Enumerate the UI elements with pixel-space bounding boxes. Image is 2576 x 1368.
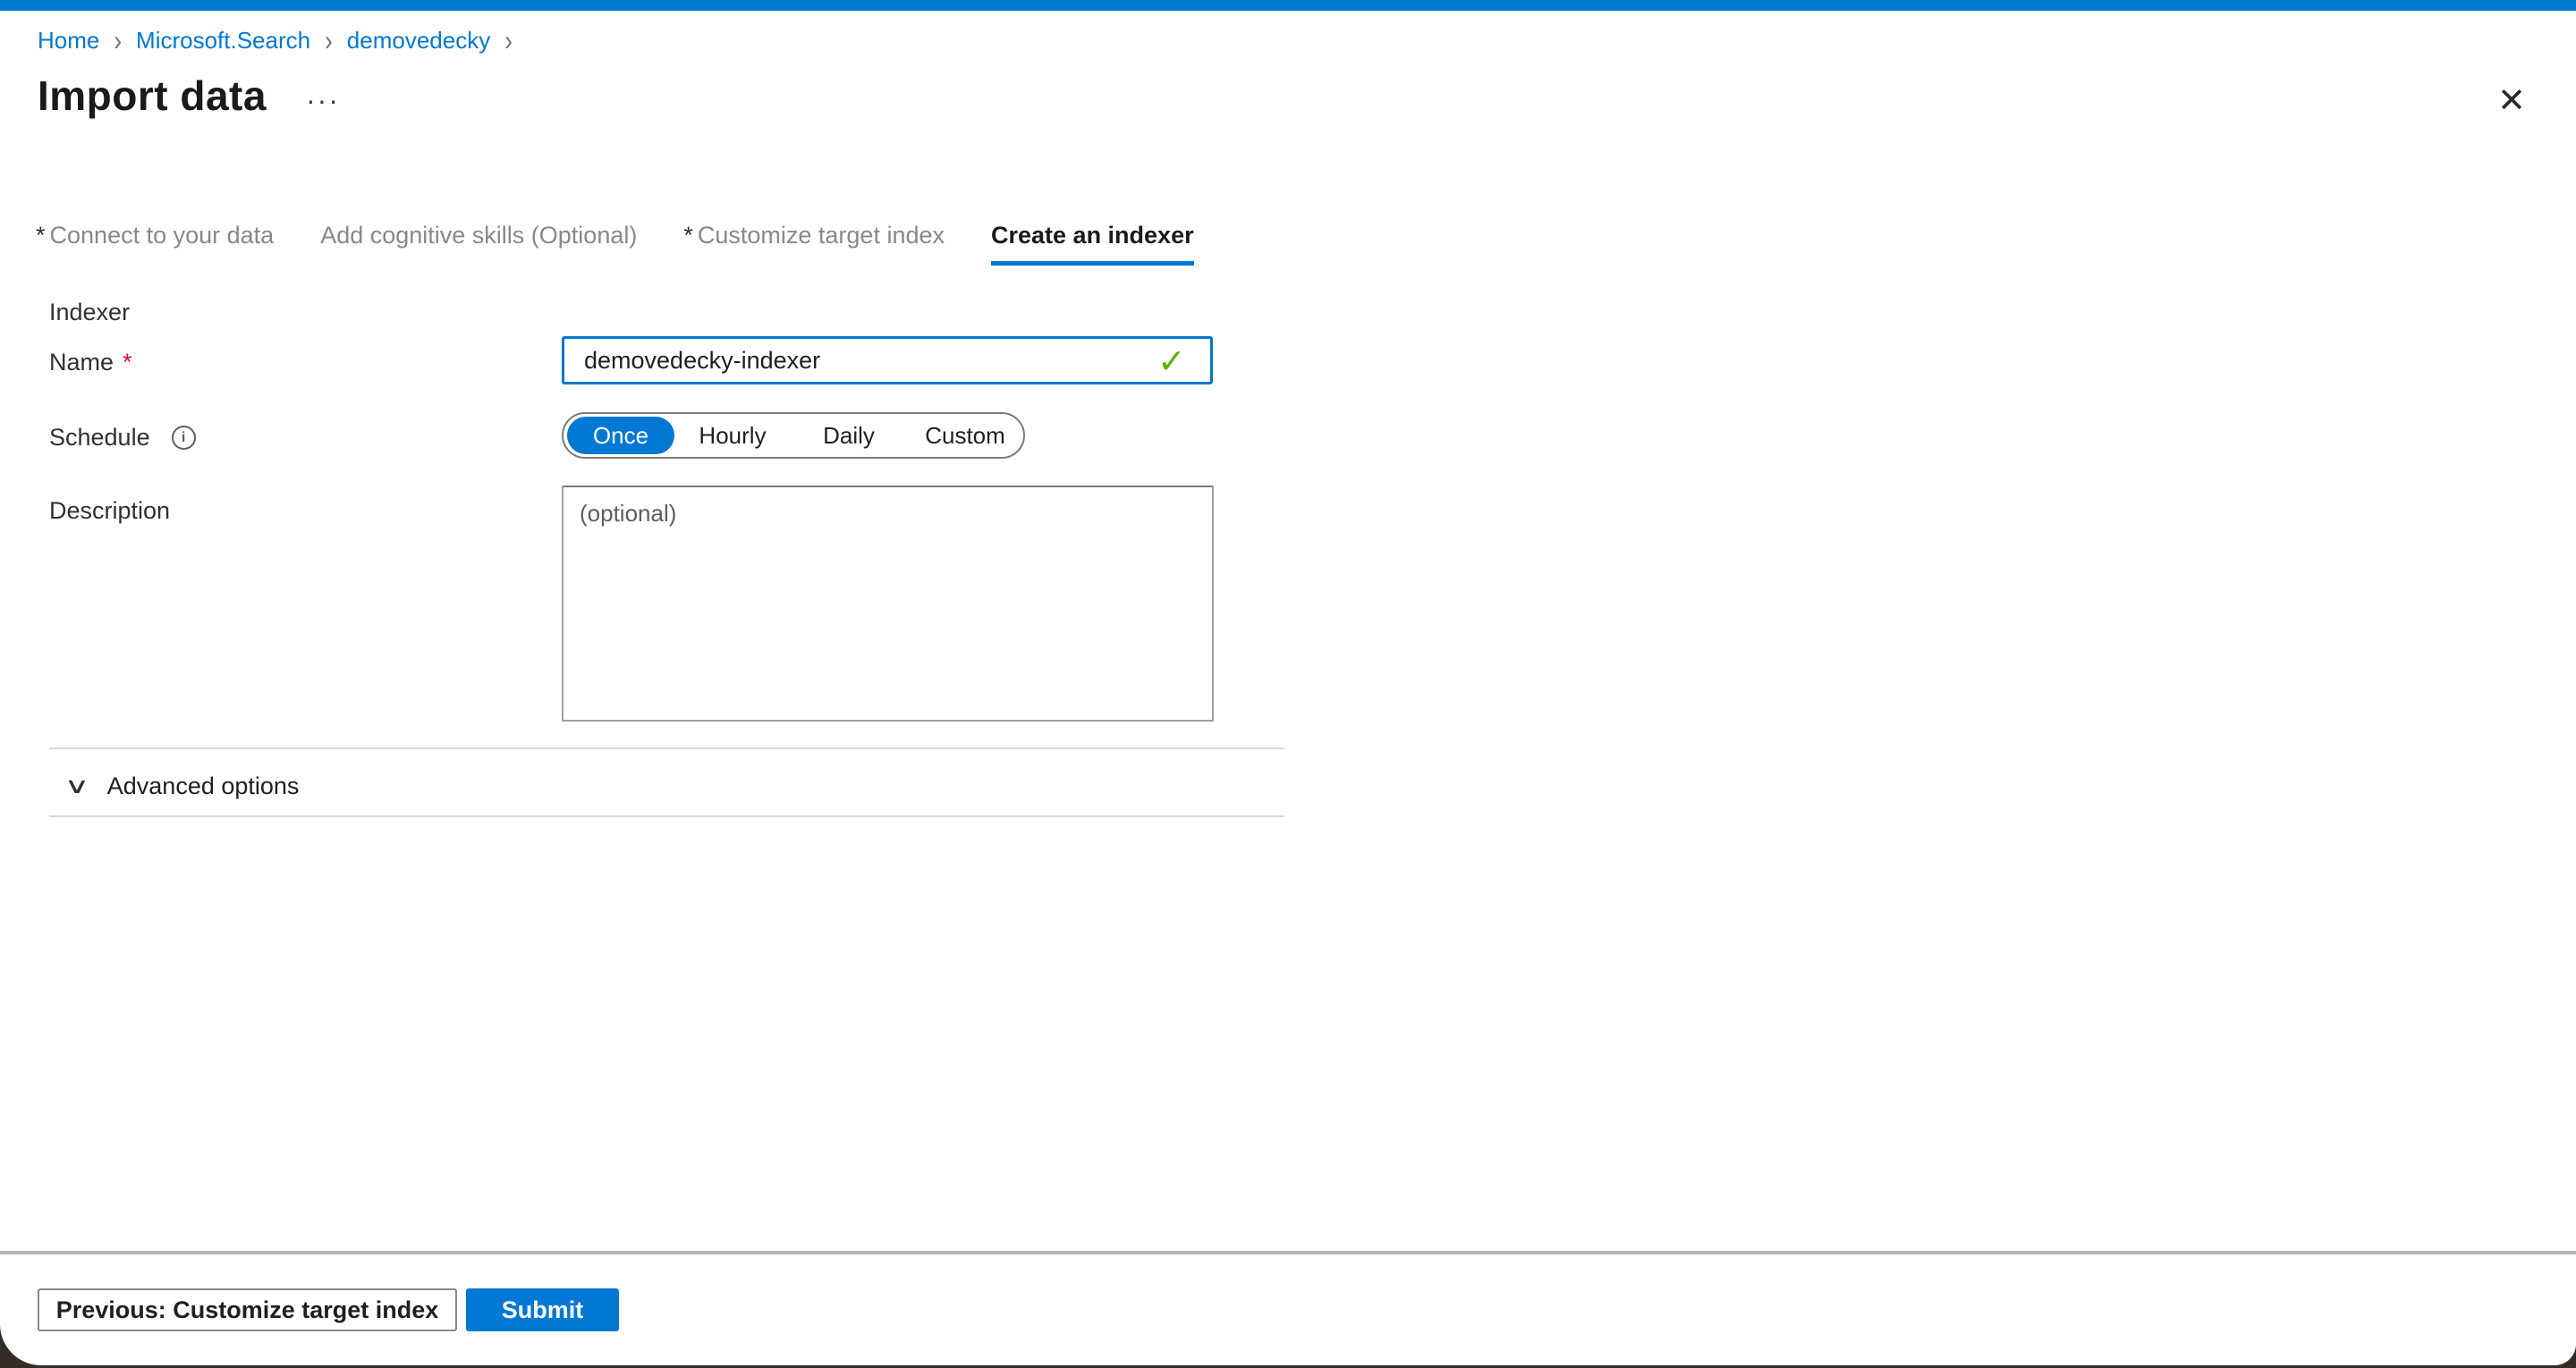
- chevron-down-icon: ∨: [64, 773, 90, 798]
- page-title: Import data: [38, 72, 267, 120]
- submit-button[interactable]: Submit: [466, 1288, 619, 1331]
- advanced-options-toggle[interactable]: ∨ Advanced options: [68, 767, 299, 805]
- breadcrumb-separator-icon: ›: [325, 23, 333, 58]
- schedule-label: Schedule i: [49, 424, 196, 452]
- tab-connect-to-your-data[interactable]: * Connect to your data: [36, 222, 274, 266]
- name-label: Name *: [49, 349, 132, 376]
- azure-top-accent-bar: [0, 0, 2576, 11]
- schedule-option-custom[interactable]: Custom: [907, 416, 1023, 455]
- more-options-icon[interactable]: ···: [306, 82, 340, 118]
- description-textarea[interactable]: [562, 486, 1214, 722]
- tab-label: Customize target index: [698, 222, 945, 249]
- import-data-panel: Home › Microsoft.Search › demovedecky › …: [0, 0, 2576, 1365]
- breadcrumb-separator-icon: ›: [114, 23, 122, 58]
- name-label-text: Name: [49, 349, 114, 376]
- description-label: Description: [49, 497, 170, 525]
- tab-label: Connect to your data: [50, 222, 275, 249]
- breadcrumb-microsoft-search-link[interactable]: Microsoft.Search: [136, 27, 310, 55]
- tab-required-marker: *: [36, 222, 46, 249]
- info-icon[interactable]: i: [172, 426, 196, 450]
- description-label-text: Description: [49, 497, 170, 525]
- schedule-option-once[interactable]: Once: [567, 417, 674, 454]
- footer-divider: [0, 1251, 2576, 1254]
- breadcrumb-separator-icon: ›: [504, 23, 513, 58]
- breadcrumb: Home › Microsoft.Search › demovedecky ›: [38, 27, 513, 55]
- indexer-name-input[interactable]: [562, 336, 1213, 384]
- wizard-tabs: * Connect to your data Add cognitive ski…: [36, 222, 1194, 266]
- schedule-option-daily[interactable]: Daily: [791, 416, 907, 455]
- tab-required-marker: *: [683, 222, 693, 249]
- schedule-label-text: Schedule: [49, 424, 150, 452]
- tab-customize-target-index[interactable]: * Customize target index: [683, 222, 945, 266]
- divider: [49, 815, 1284, 817]
- breadcrumb-demovedecky-link[interactable]: demovedecky: [347, 27, 490, 55]
- close-icon[interactable]: ✕: [2488, 77, 2535, 123]
- breadcrumb-home-link[interactable]: Home: [38, 27, 99, 55]
- schedule-toggle-group: Once Hourly Daily Custom: [562, 412, 1025, 459]
- advanced-options-label: Advanced options: [107, 773, 300, 800]
- indexer-section-title: Indexer: [49, 299, 130, 326]
- tab-label: Create an indexer: [991, 222, 1194, 249]
- previous-step-button[interactable]: Previous: Customize target index: [38, 1288, 457, 1331]
- name-required-marker: *: [123, 349, 132, 376]
- tab-create-an-indexer[interactable]: Create an indexer: [991, 222, 1194, 266]
- schedule-option-hourly[interactable]: Hourly: [674, 416, 791, 455]
- tab-add-cognitive-skills[interactable]: Add cognitive skills (Optional): [320, 222, 637, 266]
- tab-label: Add cognitive skills (Optional): [320, 222, 637, 249]
- divider: [49, 747, 1284, 749]
